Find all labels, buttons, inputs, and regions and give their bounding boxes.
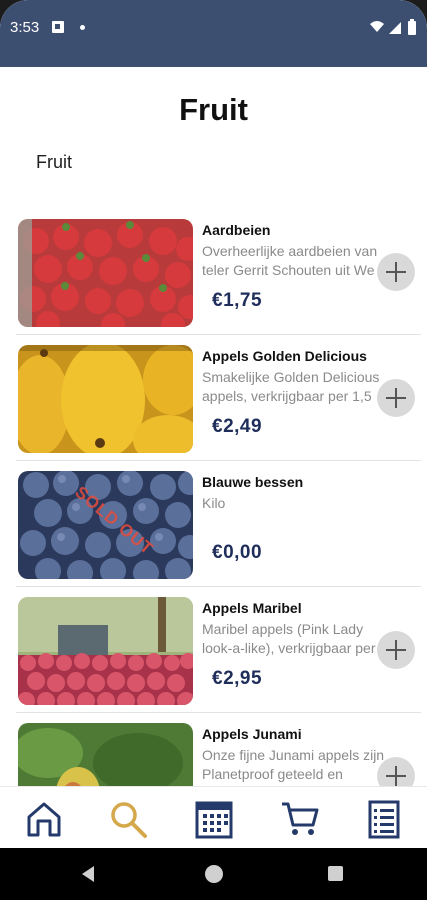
product-description: Overheerlijke aardbeien van teler Gerrit… [202, 243, 378, 278]
product-row[interactable]: Appels Maribel Maribel appels (Pink Lady… [0, 586, 427, 712]
recent-apps-icon[interactable] [328, 866, 343, 881]
sim-icon [52, 21, 64, 33]
product-name: Appels Maribel [202, 600, 302, 616]
home-circle-icon[interactable] [205, 865, 223, 883]
calendar-icon [195, 801, 233, 839]
page-title: Fruit [179, 92, 248, 127]
nav-cart[interactable] [280, 799, 320, 839]
bottom-navigation [0, 786, 427, 848]
product-price: €2,95 [212, 668, 263, 689]
product-price: €2,49 [212, 416, 263, 437]
product-description: Smakelijke Golden Delicious appels, verk… [202, 369, 380, 404]
system-navigation-bar [0, 848, 427, 900]
product-list: Aardbeien Overheerlijke aardbeien van te… [0, 208, 427, 838]
notification-dot-icon [80, 25, 85, 30]
status-time: 3:53 [10, 19, 40, 36]
list-icon [368, 800, 400, 839]
product-name: Blauwe bessen [202, 474, 304, 490]
product-name: Aardbeien [202, 222, 271, 238]
app-screen: 3:53 Fruit Fruit Aardbeien Overheerlijke… [0, 0, 427, 900]
product-description: Kilo [202, 495, 226, 511]
product-description: Onze fijne Junami appels zijn Planetproo… [202, 747, 385, 782]
product-image-red-apples [18, 597, 193, 705]
add-to-cart-button[interactable] [377, 379, 415, 417]
product-description: Maribel appels (Pink Lady look-a-like), … [202, 621, 376, 656]
product-price: €0,00 [212, 542, 263, 563]
cart-icon [282, 802, 319, 835]
product-price: €1,75 [212, 290, 263, 311]
product-image-golden-apples [18, 345, 193, 453]
nav-home[interactable] [24, 799, 64, 839]
product-name: Appels Golden Delicious [202, 348, 367, 364]
product-name: Appels Junami [202, 726, 302, 742]
product-image-blueberries: SOLD OUT [18, 471, 193, 579]
category-label: Fruit [36, 152, 72, 172]
signal-battery-icon [370, 19, 416, 35]
home-icon [27, 802, 61, 837]
nav-list[interactable] [364, 799, 404, 839]
product-row[interactable]: Appels Golden Delicious Smakelijke Golde… [0, 334, 427, 460]
nav-calendar[interactable] [194, 799, 234, 839]
product-image-strawberries [18, 219, 193, 327]
back-icon[interactable] [82, 866, 94, 882]
add-to-cart-button[interactable] [377, 631, 415, 669]
product-row[interactable]: SOLD OUT Blauwe bessen Kilo €0,00 [0, 460, 427, 586]
status-bar: 3:53 [0, 0, 427, 67]
product-row[interactable]: Aardbeien Overheerlijke aardbeien van te… [0, 208, 427, 334]
search-icon [111, 802, 147, 838]
add-to-cart-button[interactable] [377, 253, 415, 291]
nav-search[interactable] [108, 799, 148, 839]
